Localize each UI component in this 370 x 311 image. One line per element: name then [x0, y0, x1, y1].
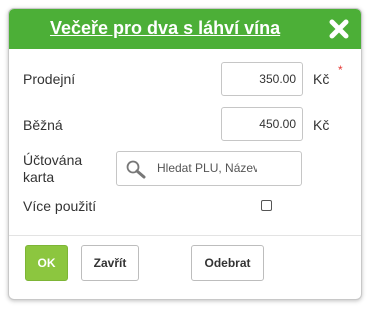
dialog-title: Večeře pro dva s láhví vína — [50, 18, 281, 38]
remove-button[interactable]: Odebrat — [191, 245, 264, 281]
sale-price-input[interactable] — [221, 62, 303, 96]
card-search-input[interactable] — [157, 153, 257, 183]
required-mark: * — [338, 63, 343, 77]
dialog-header: Večeře pro dva s láhví vína — [9, 9, 361, 49]
regular-price-input[interactable] — [221, 107, 303, 141]
multi-use-label: Více použití — [23, 198, 97, 214]
multi-use-checkbox[interactable] — [261, 200, 272, 211]
close-icon[interactable] — [327, 17, 351, 41]
close-button[interactable]: Zavřít — [81, 245, 139, 281]
sale-currency: Kč — [313, 71, 330, 87]
ok-button[interactable]: OK — [25, 245, 68, 281]
sale-price-label: Prodejní — [23, 71, 76, 87]
regular-currency: Kč — [313, 117, 330, 133]
footer-divider — [9, 235, 361, 236]
card-search-box — [116, 151, 302, 186]
charged-card-label-line2: karta — [23, 169, 55, 185]
charged-card-label: Účtována — [23, 152, 83, 168]
regular-price-label: Běžná — [23, 117, 63, 133]
search-icon — [126, 160, 146, 179]
dialog: Večeře pro dva s láhví vína Prodejní Kč … — [8, 8, 362, 300]
